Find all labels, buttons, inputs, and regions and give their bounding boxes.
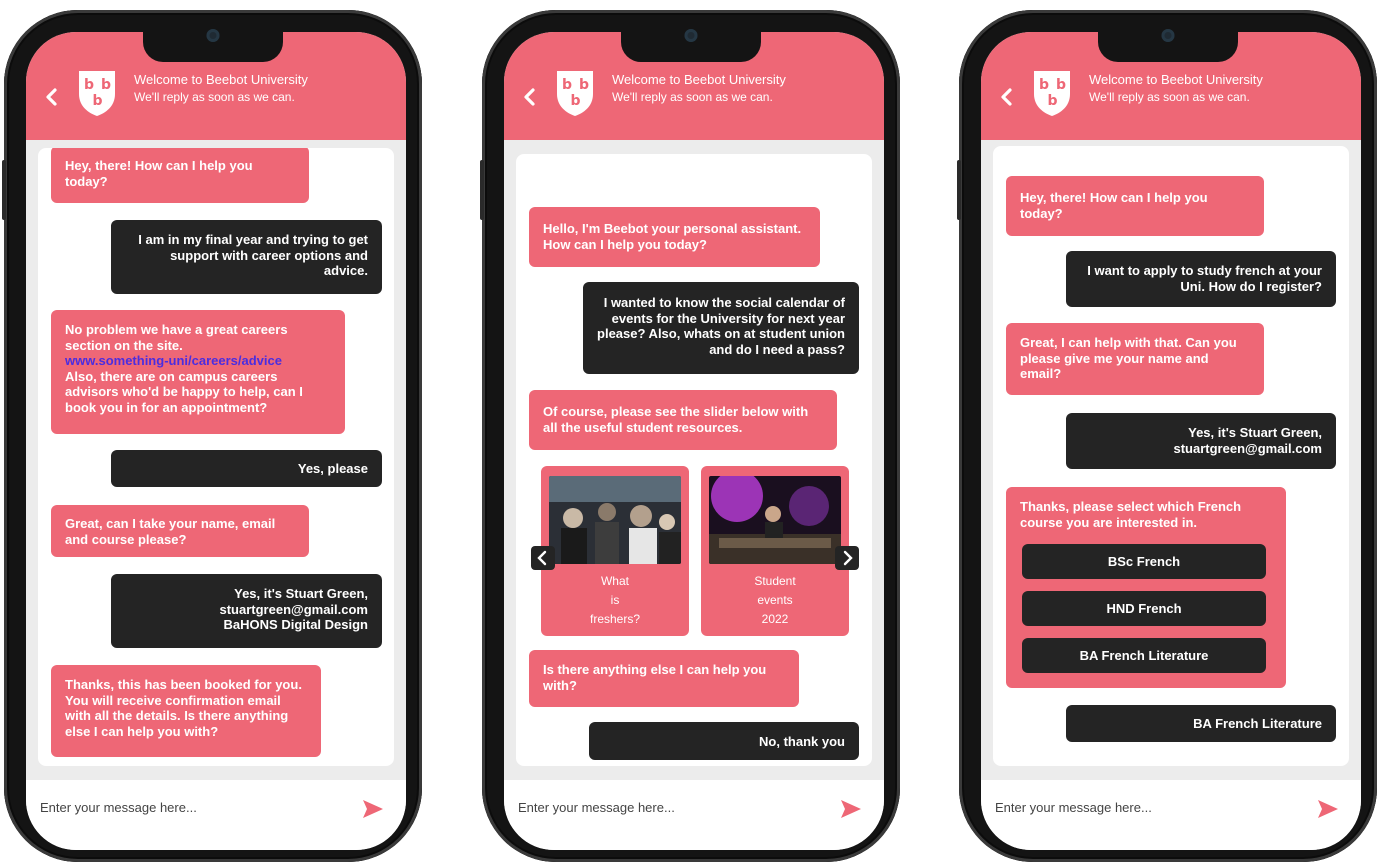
bot-message: Thanks, this has been booked for you. Yo… [51, 665, 321, 757]
events-photo [709, 476, 841, 564]
user-message: No, thank you [589, 722, 859, 760]
slider-next-button[interactable] [835, 546, 859, 570]
header-subtitle: We'll reply as soon as we can. [612, 90, 773, 104]
svg-text:b: b [1039, 77, 1049, 93]
user-message: Yes, it's Stuart Green, stuartgreen@gmai… [111, 574, 382, 648]
message-line: BaHONS Digital Design [223, 617, 368, 632]
beebot-logo-icon: b b b [1034, 71, 1070, 116]
caption-line: 2022 [761, 612, 789, 626]
course-option-button[interactable]: BSc French [1022, 544, 1266, 579]
bot-message: Hey, there! How can I help you today? [51, 148, 309, 203]
message-input-bar: Enter your message here... [26, 780, 406, 850]
message-input[interactable]: Enter your message here... [40, 800, 197, 815]
header-title: Welcome to Beebot University [1089, 72, 1263, 87]
bot-message: Hey, there! How can I help you today? [1006, 176, 1264, 236]
user-message: Yes, please [111, 450, 382, 487]
message-input-bar: Enter your message here... [504, 780, 884, 850]
header-title: Welcome to Beebot University [134, 72, 308, 87]
phone-frame: b b b Welcome to Beebot University We'll… [957, 10, 1377, 862]
bot-message: Thanks, please select which French cours… [1006, 487, 1286, 688]
chat-thread[interactable]: Hey, there! How can I help you today? I … [993, 146, 1349, 766]
send-icon[interactable] [1317, 798, 1339, 820]
resource-slide[interactable]: What is freshers? [541, 466, 689, 636]
user-message: I wanted to know the social calendar of … [583, 282, 859, 374]
svg-text:b: b [1056, 77, 1066, 93]
chevron-left-icon [537, 550, 547, 566]
caption-line: Student [754, 574, 796, 588]
volume-button [2, 160, 6, 220]
message-input[interactable]: Enter your message here... [995, 800, 1152, 815]
message-text: Also, there are on campus careers adviso… [65, 368, 303, 415]
careers-link[interactable]: www.something-uni/careers/advice [65, 353, 282, 368]
chat-screen: b b b Welcome to Beebot University We'll… [981, 32, 1361, 850]
message-line: stuartgreen@gmail.com [219, 601, 369, 617]
camera-icon [1161, 29, 1175, 42]
message-input-bar: Enter your message here... [981, 780, 1361, 850]
bot-message: Is there anything else I can help you wi… [529, 650, 799, 707]
camera-icon [206, 29, 220, 42]
bot-message: Of course, please see the slider below w… [529, 390, 837, 450]
volume-button [480, 160, 484, 220]
message-text: Thanks, please select which French cours… [1020, 499, 1242, 530]
back-chevron-icon[interactable] [42, 87, 62, 107]
message-line: Yes, it's Stuart Green, [234, 586, 368, 601]
chat-screen: b b b Welcome to Beebot University We'll… [504, 32, 884, 850]
volume-button [957, 160, 961, 220]
svg-text:b: b [571, 93, 581, 109]
camera-icon [684, 29, 698, 42]
caption-line: What [600, 574, 629, 588]
freshers-photo [549, 476, 681, 564]
caption-line: events [757, 593, 793, 607]
chat-screen: b b b Welcome to Beebot University We'll… [26, 32, 406, 850]
header-subtitle: We'll reply as soon as we can. [1089, 90, 1250, 104]
back-chevron-icon[interactable] [520, 87, 540, 107]
caption-line: freshers? [589, 612, 641, 626]
svg-text:b: b [579, 77, 589, 93]
svg-text:b: b [93, 93, 103, 109]
resource-slide[interactable]: Student events 2022 [701, 466, 849, 636]
beebot-logo-icon: b b b [79, 71, 115, 116]
message-line: Yes, it's Stuart Green, [1188, 425, 1322, 440]
header-subtitle: We'll reply as soon as we can. [134, 90, 295, 104]
svg-text:b: b [562, 77, 572, 93]
message-text: No problem we have a great careers secti… [65, 322, 288, 353]
user-message: Yes, it's Stuart Green, stuartgreen@gmai… [1066, 413, 1336, 469]
send-icon[interactable] [840, 798, 862, 820]
chat-thread[interactable]: Hello, I'm Beebot your personal assistan… [516, 154, 872, 766]
svg-text:b: b [1048, 93, 1058, 109]
chevron-right-icon [843, 550, 853, 566]
phone-frame: b b b Welcome to Beebot University We'll… [480, 10, 900, 862]
header-title: Welcome to Beebot University [612, 72, 786, 87]
caption-line: is [610, 593, 620, 607]
svg-text:b: b [101, 77, 111, 93]
phone-frame: b b b Welcome to Beebot University We'll… [2, 10, 422, 862]
course-option-button[interactable]: BA French Literature [1022, 638, 1266, 673]
user-message: I am in my final year and trying to get … [111, 220, 382, 294]
bot-message: Hello, I'm Beebot your personal assistan… [529, 207, 820, 267]
send-icon[interactable] [362, 798, 384, 820]
message-line: stuartgreen@gmail.com [1173, 440, 1323, 456]
bot-message: Great, I can help with that. Can you ple… [1006, 323, 1264, 395]
slide-caption: What is freshers? [541, 572, 689, 629]
chat-thread[interactable]: Hey, there! How can I help you today? I … [38, 148, 394, 766]
message-input[interactable]: Enter your message here... [518, 800, 675, 815]
bot-message: No problem we have a great careers secti… [51, 310, 345, 434]
slide-caption: Student events 2022 [701, 572, 849, 629]
course-option-button[interactable]: HND French [1022, 591, 1266, 626]
user-message: BA French Literature [1066, 705, 1336, 742]
bot-message: Great, can I take your name, email and c… [51, 505, 309, 557]
user-message: I want to apply to study french at your … [1066, 251, 1336, 307]
svg-text:b: b [84, 77, 94, 93]
back-chevron-icon[interactable] [997, 87, 1017, 107]
slider-prev-button[interactable] [531, 546, 555, 570]
beebot-logo-icon: b b b [557, 71, 593, 116]
